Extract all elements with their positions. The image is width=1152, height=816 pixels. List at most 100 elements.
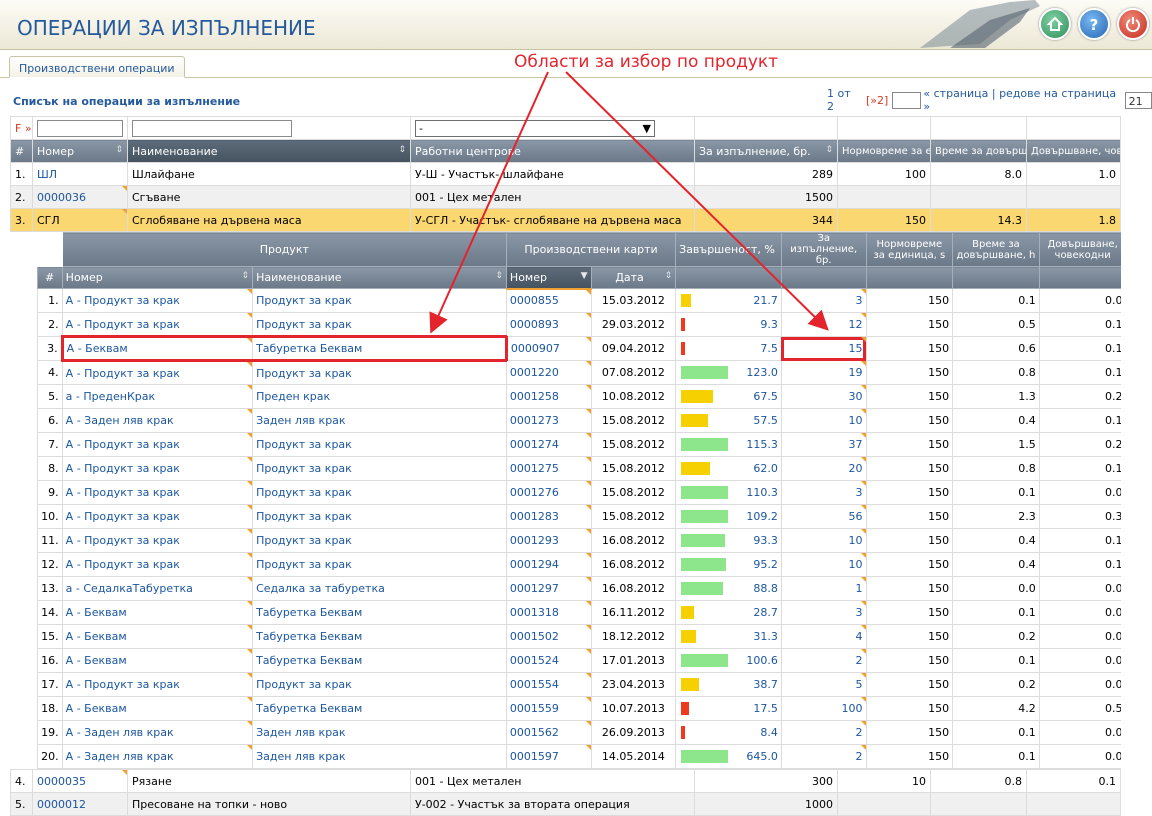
product-name-link[interactable]: Заден ляв крак xyxy=(252,744,507,769)
operation-number-link[interactable]: СГЛ xyxy=(32,208,128,232)
product-number-link[interactable]: А - Продукт за крак xyxy=(61,456,254,481)
card-number-link[interactable]: 0000907 xyxy=(505,336,592,361)
card-number-link[interactable]: 0001258 xyxy=(505,384,592,409)
card-number-link[interactable]: 0001293 xyxy=(505,528,592,553)
product-name-link[interactable]: Продукт за крак xyxy=(252,504,507,529)
help-button[interactable]: ? xyxy=(1078,8,1110,40)
operation-row[interactable]: 1. ШЛ Шлайфане У-Ш - Участък- шлайфане 2… xyxy=(10,162,1121,186)
card-row[interactable]: 13. а - СедалкаТабуретка Седалка за табуре… xyxy=(36,576,1121,601)
qty-link[interactable]: 3 xyxy=(780,600,867,625)
product-name-link[interactable]: Продукт за крак xyxy=(252,288,507,313)
card-number-link[interactable]: 0001283 xyxy=(505,504,592,529)
sub-col-product-name[interactable]: Наименование ⇕ xyxy=(252,266,507,289)
card-number-link[interactable]: 0000855 xyxy=(505,288,592,313)
qty-link[interactable]: 2 xyxy=(780,720,867,745)
qty-link[interactable]: 2 xyxy=(780,744,867,769)
power-button[interactable] xyxy=(1117,8,1149,40)
product-number-link[interactable]: А - Заден ляв крак xyxy=(61,720,254,745)
product-name-link[interactable]: Табуретка Беквам xyxy=(252,648,507,673)
qty-link[interactable]: 10 xyxy=(780,528,867,553)
sub-col-card-number[interactable]: Номер ▼ xyxy=(505,266,592,290)
product-name-link[interactable]: Табуретка Беквам xyxy=(252,624,507,649)
sort-icon[interactable]: ⇕ xyxy=(398,145,406,155)
product-number-link[interactable]: А - Беквам xyxy=(61,696,254,721)
product-number-link[interactable]: а - СедалкаТабуретка xyxy=(61,576,254,601)
product-number-link[interactable]: а - ПреденКрак xyxy=(61,384,254,409)
product-number-link[interactable]: А - Продукт за крак xyxy=(61,312,254,337)
product-name-link[interactable]: Продукт за крак xyxy=(252,312,507,337)
operation-number-link[interactable]: 0000035 xyxy=(32,769,128,793)
rows-per-page-input[interactable]: 21 xyxy=(1124,91,1152,109)
card-row[interactable]: 2. А - Продукт за крак Продукт за крак 0000… xyxy=(36,312,1121,337)
qty-link[interactable]: 5 xyxy=(780,672,867,697)
card-number-link[interactable]: 0001318 xyxy=(505,600,592,625)
card-number-link[interactable]: 0001273 xyxy=(505,408,592,433)
qty-link[interactable]: 3 xyxy=(780,288,867,313)
product-number-link[interactable]: А - Продукт за крак xyxy=(61,552,254,577)
card-number-link[interactable]: 0001276 xyxy=(505,480,592,505)
sort-desc-icon[interactable]: ▼ xyxy=(581,271,588,281)
card-number-link[interactable]: 0001274 xyxy=(505,432,592,457)
operation-number-link[interactable]: 0000036 xyxy=(32,185,128,209)
filter-icon[interactable]: F » xyxy=(15,122,32,135)
qty-link[interactable]: 3 xyxy=(780,480,867,505)
product-name-link[interactable]: Заден ляв крак xyxy=(252,408,507,433)
card-row[interactable]: 15. А - Беквам Табуретка Беквам 0001502 18.1… xyxy=(36,624,1121,649)
qty-link[interactable]: 4 xyxy=(780,624,867,649)
sort-icon[interactable]: ⇕ xyxy=(665,271,673,281)
card-row[interactable]: 1. А - Продукт за крак Продукт за крак 0000… xyxy=(36,288,1121,313)
qty-link[interactable]: 15 xyxy=(780,336,867,361)
qty-link[interactable]: 19 xyxy=(780,360,867,385)
page-number-input[interactable] xyxy=(892,91,922,109)
card-row[interactable]: 20. А - Заден ляв крак Заден ляв крак 00015… xyxy=(36,744,1121,769)
qty-link[interactable]: 10 xyxy=(780,552,867,577)
operation-row[interactable]: 2. 0000036 Сгъване 001 - Цех метален 150… xyxy=(10,185,1121,209)
card-number-link[interactable]: 0001502 xyxy=(505,624,592,649)
sort-icon[interactable]: ⇕ xyxy=(495,271,503,281)
product-number-link[interactable]: А - Заден ляв крак xyxy=(61,408,254,433)
sort-icon[interactable]: ⇕ xyxy=(115,145,123,155)
operation-row-selected[interactable]: 3. СГЛ Сглобяване на дървена маса У-СГЛ … xyxy=(10,208,1121,232)
product-number-link[interactable]: А - Продукт за крак xyxy=(61,288,254,313)
filter-name-input[interactable] xyxy=(132,119,292,137)
product-name-link[interactable]: Заден ляв крак xyxy=(252,720,507,745)
product-name-link[interactable]: Продукт за крак xyxy=(252,480,507,505)
card-row[interactable]: 18. А - Беквам Табуретка Беквам 0001559 10.0… xyxy=(36,696,1121,721)
card-row[interactable]: 14. А - Беквам Табуретка Беквам 0001318 16.1… xyxy=(36,600,1121,625)
qty-link[interactable]: 2 xyxy=(780,648,867,673)
tab-production-operations[interactable]: Производствени операции xyxy=(9,56,185,78)
product-name-link[interactable]: Табуретка Беквам xyxy=(252,335,508,362)
col-header-completion[interactable]: Завършеност, % xyxy=(675,232,782,267)
product-number-link[interactable]: А - Продукт за крак xyxy=(61,360,254,385)
product-number-link[interactable]: А - Беквам xyxy=(61,624,254,649)
product-number-link[interactable]: А - Беквам xyxy=(61,648,254,673)
col-header-name[interactable]: Наименование ⇕ xyxy=(127,139,411,163)
qty-link[interactable]: 100 xyxy=(780,696,867,721)
card-number-link[interactable]: 0000893 xyxy=(505,312,592,337)
sub-col-product-number[interactable]: Номер ⇕ xyxy=(61,266,254,289)
card-number-link[interactable]: 0001597 xyxy=(505,744,592,769)
qty-link[interactable]: 37 xyxy=(780,432,867,457)
product-name-link[interactable]: Табуретка Беквам xyxy=(252,696,507,721)
product-name-link[interactable]: Продукт за крак xyxy=(252,456,507,481)
product-name-link[interactable]: Продукт за крак xyxy=(252,672,507,697)
operation-row[interactable]: 5. 0000012 Пресоване на топки - ново У-0… xyxy=(10,792,1121,816)
product-name-link[interactable]: Продукт за крак xyxy=(252,528,507,553)
card-row[interactable]: 16. А - Беквам Табуретка Беквам 0001524 17.0… xyxy=(36,648,1121,673)
next-page-link[interactable]: [»2] xyxy=(866,94,888,107)
product-number-link[interactable]: А - Беквам xyxy=(60,335,254,362)
operation-row[interactable]: 4. 0000035 Рязане 001 - Цех метален 300 … xyxy=(10,769,1121,793)
product-number-link[interactable]: А - Заден ляв крак xyxy=(61,744,254,769)
sort-icon[interactable]: ⇕ xyxy=(825,145,833,155)
qty-link[interactable]: 1 xyxy=(780,576,867,601)
card-row[interactable]: 6. А - Заден ляв крак Заден ляв крак 000127… xyxy=(36,408,1121,433)
operation-number-link[interactable]: ШЛ xyxy=(32,162,128,186)
card-row[interactable]: 4. А - Продукт за крак Продукт за крак 0001… xyxy=(36,360,1121,385)
product-name-link[interactable]: Продукт за крак xyxy=(252,360,507,385)
card-number-link[interactable]: 0001559 xyxy=(505,696,592,721)
col-header-to-execute[interactable]: За изпълнение, бр. ⇕ xyxy=(694,139,838,163)
qty-link[interactable]: 56 xyxy=(780,504,867,529)
card-row[interactable]: 5. а - ПреденКрак Преден крак 0001258 10.08.… xyxy=(36,384,1121,409)
col-header-number[interactable]: Номер ⇕ xyxy=(32,139,128,163)
product-number-link[interactable]: А - Беквам xyxy=(61,600,254,625)
